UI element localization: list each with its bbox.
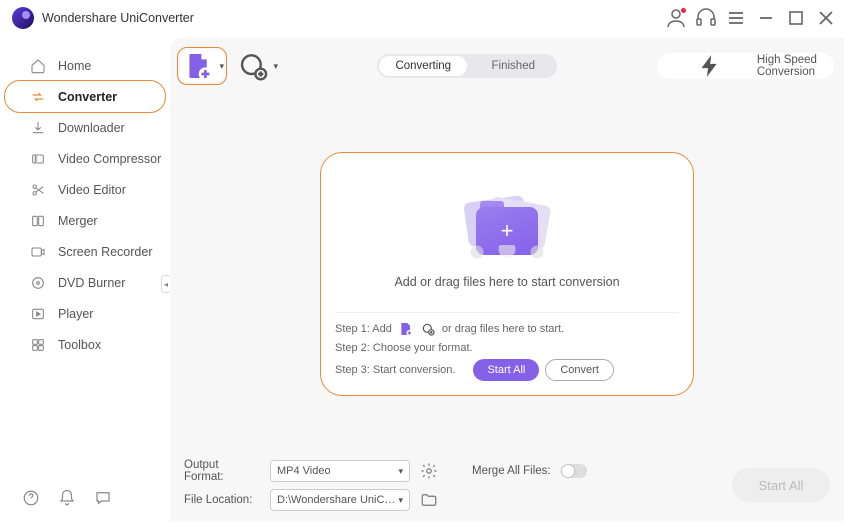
high-speed-label: High Speed Conversion: [757, 54, 822, 78]
sidebar-item-converter[interactable]: Converter: [8, 81, 162, 112]
account-icon[interactable]: [664, 6, 688, 30]
output-format-label: Output Format:: [184, 459, 260, 483]
step-1-prefix: Step 1: Add: [335, 323, 392, 335]
merge-label: Merge All Files:: [472, 465, 551, 477]
chevron-down-icon: ▾: [273, 61, 278, 72]
sidebar-item-label: Converter: [58, 90, 117, 104]
help-icon[interactable]: [22, 489, 40, 507]
disc-icon: [30, 275, 46, 291]
chevron-down-icon: ▾: [219, 61, 224, 72]
play-icon: [30, 306, 46, 322]
scissors-icon: [30, 182, 46, 198]
sidebar-item-label: Home: [58, 59, 91, 73]
sidebar-item-label: Screen Recorder: [58, 245, 153, 259]
step-2: Step 2: Choose your format.: [335, 342, 679, 354]
sidebar-item-label: Merger: [58, 214, 98, 228]
sidebar-item-label: Video Compressor: [58, 152, 161, 166]
feedback-icon[interactable]: [94, 489, 112, 507]
sidebar-item-label: Toolbox: [58, 338, 101, 352]
compressor-icon: [30, 151, 46, 167]
chevron-down-icon: ▾: [398, 495, 403, 506]
plus-icon: +: [501, 218, 514, 244]
add-url-button[interactable]: ▾: [234, 50, 278, 82]
settings-gear-icon[interactable]: [420, 462, 438, 480]
step-3: Step 3: Start conversion. Start All Conv…: [335, 359, 679, 381]
start-all-button[interactable]: Start All: [732, 468, 830, 502]
sidebar-item-downloader[interactable]: Downloader: [8, 112, 162, 143]
add-url-mini-icon[interactable]: [420, 321, 436, 337]
convert-pill[interactable]: Convert: [545, 359, 614, 381]
app-logo-wrap: Wondershare UniConverter: [12, 7, 194, 29]
output-format-select[interactable]: MP4 Video▾: [270, 460, 410, 482]
sidebar-footer: [0, 489, 170, 527]
menu-icon[interactable]: [724, 6, 748, 30]
sidebar-item-home[interactable]: Home: [8, 50, 162, 81]
chevron-down-icon: ▾: [398, 466, 403, 477]
app-logo-icon: [12, 7, 34, 29]
sidebar-item-toolbox[interactable]: Toolbox: [8, 329, 162, 360]
close-button[interactable]: [814, 6, 838, 30]
toolbox-icon: [30, 337, 46, 353]
sidebar-item-label: Video Editor: [58, 183, 126, 197]
main-panel: ▾ ▾ Converting Finished High Speed Conve…: [170, 38, 844, 521]
sidebar-item-player[interactable]: Player: [8, 298, 162, 329]
file-location-label: File Location:: [184, 494, 260, 506]
sidebar-item-editor[interactable]: Video Editor: [8, 174, 162, 205]
bell-icon[interactable]: [58, 489, 76, 507]
notification-dot: [681, 8, 686, 13]
output-format-row: Output Format: MP4 Video▾ Merge All File…: [184, 459, 587, 483]
sidebar-item-label: DVD Burner: [58, 276, 125, 290]
app-title: Wondershare UniConverter: [42, 11, 194, 25]
footer-bar: Output Format: MP4 Video▾ Merge All File…: [180, 453, 834, 513]
home-icon: [30, 58, 46, 74]
start-all-pill[interactable]: Start All: [473, 359, 539, 381]
add-file-button[interactable]: ▾: [180, 50, 224, 82]
step-3-label: Step 3: Start conversion.: [335, 364, 455, 376]
title-bar: Wondershare UniConverter: [0, 0, 850, 36]
step-1: Step 1: Add or drag files here to start.: [335, 321, 679, 337]
download-icon: [30, 120, 46, 136]
tab-segment: Converting Finished: [377, 54, 557, 78]
tab-finished[interactable]: Finished: [469, 54, 557, 78]
dropzone[interactable]: + Add or drag files here to start conver…: [320, 152, 694, 396]
sidebar: Home Converter Downloader Video Compress…: [0, 36, 170, 527]
dropzone-steps: Step 1: Add or drag files here to start.…: [335, 312, 679, 381]
maximize-button[interactable]: [784, 6, 808, 30]
sidebar-item-recorder[interactable]: Screen Recorder: [8, 236, 162, 267]
folder-illustration: +: [462, 195, 552, 257]
headset-icon[interactable]: [694, 6, 718, 30]
merger-icon: [30, 213, 46, 229]
merge-toggle[interactable]: [561, 464, 587, 478]
dropzone-message: Add or drag files here to start conversi…: [394, 275, 619, 289]
sidebar-item-compressor[interactable]: Video Compressor: [8, 143, 162, 174]
dropzone-area[interactable]: + Add or drag files here to start conver…: [335, 171, 679, 312]
file-location-row: File Location: D:\Wondershare UniConvert…: [184, 489, 587, 511]
sidebar-item-label: Downloader: [58, 121, 125, 135]
minimize-button[interactable]: [754, 6, 778, 30]
converter-icon: [30, 89, 46, 105]
add-file-mini-icon[interactable]: [398, 321, 414, 337]
high-speed-button[interactable]: High Speed Conversion: [657, 53, 834, 79]
sidebar-item-merger[interactable]: Merger: [8, 205, 162, 236]
recorder-icon: [30, 244, 46, 260]
sidebar-item-dvd[interactable]: DVD Burner: [8, 267, 162, 298]
file-location-select[interactable]: D:\Wondershare UniConverter▾: [270, 489, 410, 511]
step-1-suffix: or drag files here to start.: [442, 323, 564, 335]
open-folder-icon[interactable]: [420, 491, 438, 509]
tab-converting[interactable]: Converting: [379, 56, 467, 76]
sidebar-item-label: Player: [58, 307, 93, 321]
toolbar: ▾ ▾ Converting Finished High Speed Conve…: [180, 46, 834, 86]
